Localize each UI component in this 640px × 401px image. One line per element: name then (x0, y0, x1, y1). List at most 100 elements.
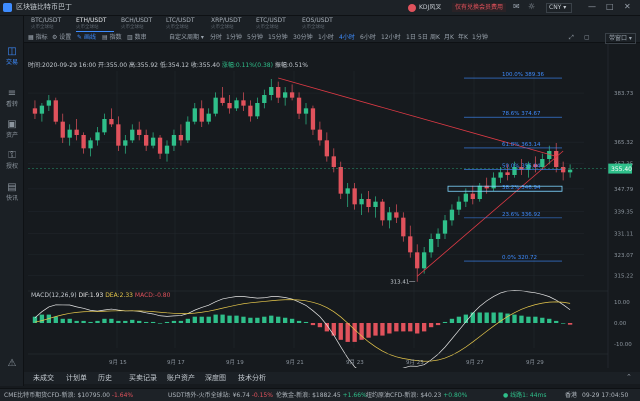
tab-trades[interactable]: 买卖记录 (129, 373, 157, 383)
fib-label: 23.6% 336.92 (502, 212, 540, 218)
tab-ltc-usdt[interactable]: LTC/USDT 火币全球站 (166, 16, 204, 32)
macd-bar (331, 323, 336, 336)
collapse-icon[interactable]: ⌃ (626, 373, 632, 381)
candle-body (46, 100, 52, 106)
tab-analysis[interactable]: 技术分析 (238, 373, 266, 383)
candle-body (81, 135, 86, 149)
tab-depth[interactable]: 深度图 (205, 373, 226, 383)
minimize-icon[interactable]: — (588, 2, 596, 11)
sidebar-item-news[interactable]: ▤ 快讯 (0, 182, 24, 202)
macd-bar (199, 316, 204, 323)
ticker-item[interactable]: 伦敦金-新浪: $1882.45 +1.66% (276, 391, 367, 400)
chart-svg[interactable]: 100.0% 389.3678.6% 374.6761.8% 363.1450.… (24, 43, 640, 376)
period-month[interactable]: 月K (444, 33, 454, 42)
sidebar-item-label: 授权 (5, 163, 18, 170)
sidebar-item-trade[interactable]: ◫ 交易 (0, 46, 24, 66)
macd-bar (380, 323, 385, 336)
macd-bar (387, 323, 392, 334)
ticker-item[interactable]: CME比特币期货CFD-新浪: $10795.00 -1.64% (4, 391, 133, 400)
period-5d[interactable]: 5日 (418, 33, 428, 42)
candle-body (67, 129, 72, 138)
screenshot-icon[interactable]: ▢ (584, 33, 590, 42)
macd-bar (352, 323, 357, 342)
sidebar-item-label: 资产 (5, 132, 18, 139)
tab-open-orders[interactable]: 未成交 (33, 373, 54, 383)
tab-btc-usdt[interactable]: BTC/USDT 火币全球站 (31, 16, 69, 32)
candle-body (206, 113, 211, 122)
macd-bar (505, 313, 510, 323)
macd-bar (345, 323, 350, 342)
period-30m[interactable]: 30分钟 (293, 33, 313, 42)
close-icon[interactable]: ✕ (624, 2, 631, 11)
fullscreen-icon[interactable]: ⤢ (569, 33, 574, 42)
bell-icon[interactable]: ⚠ (0, 358, 24, 369)
sidebar-item-watch[interactable]: ≡ 看转 (0, 88, 24, 108)
macd-dea: DEA:2.33 (105, 292, 133, 299)
macd-bar (164, 321, 170, 323)
period-1m-b[interactable]: 1分钟 (472, 33, 488, 42)
upgrade-badge[interactable]: 仅有兑换会员费用 (452, 3, 507, 12)
tool-draw[interactable]: ✎ 画线 (77, 33, 96, 42)
ticker-item[interactable]: 纽约原油CFD-新浪: $40.23 +0.80% (366, 391, 467, 400)
maximize-icon[interactable]: □ (606, 2, 614, 11)
period-4h[interactable]: 4小时 (339, 33, 355, 42)
candle-body (421, 252, 427, 269)
sidebar-item-label: 看转 (5, 101, 18, 108)
date-tick: 9月 25 (406, 359, 424, 366)
macd-tick: -10.00 (614, 342, 632, 348)
period-tick[interactable]: 分时 (210, 33, 222, 42)
period-12h[interactable]: 12小时 (381, 33, 401, 42)
macd-dea-line (34, 299, 571, 362)
candle-body (185, 121, 191, 141)
tool-settings[interactable]: ⚙ 设置 (52, 33, 71, 42)
period-1h[interactable]: 1小时 (318, 33, 334, 42)
candle-body (39, 105, 45, 114)
period-15m[interactable]: 15分钟 (268, 33, 288, 42)
candle-body (303, 108, 309, 114)
price-tick: 331.11 (614, 231, 633, 237)
period-1d[interactable]: 1日 (406, 33, 416, 42)
date-tick: 9月 21 (286, 359, 304, 366)
tab-xrp-usdt[interactable]: XRP/USDT 火币全球站 (211, 16, 249, 32)
date-tick: 9月 23 (346, 359, 364, 366)
period-5m[interactable]: 5分钟 (247, 33, 263, 42)
user-avatar[interactable] (408, 4, 416, 12)
tab-plan-orders[interactable]: 计划单 (66, 373, 87, 383)
period-1m[interactable]: 1分钟 (226, 33, 242, 42)
info-amplitude: 振幅:0.51% (274, 62, 308, 69)
period-week[interactable]: 周K (430, 33, 440, 42)
date-tick: 9月 17 (167, 359, 185, 366)
fib-label: 100.0% 389.36 (502, 72, 544, 78)
candle-body (241, 100, 246, 106)
period-6h[interactable]: 6小时 (360, 33, 376, 42)
tool-index[interactable]: ▤ 指数 (102, 33, 122, 42)
macd-bar (178, 320, 184, 323)
candle-body (498, 172, 503, 178)
tab-account[interactable]: 账户资产 (167, 373, 195, 383)
tab-etc-usdt[interactable]: ETC/USDT 火币全球站 (256, 16, 294, 32)
custom-period-select[interactable]: 自定义周期 ▾ (169, 33, 204, 42)
tab-history[interactable]: 历史 (98, 373, 112, 383)
tab-bch-usdt[interactable]: BCH/USDT 火币全球站 (121, 16, 159, 32)
candle-body (310, 108, 316, 130)
sidebar-item-assets[interactable]: ▣ 资产 (0, 119, 24, 139)
period-year[interactable]: 年K (458, 33, 468, 42)
ticker-item[interactable]: USDT场外-火币全球站: ¥6.74 -0.15% (168, 391, 273, 400)
tool-indicator[interactable]: ▦ 指标 (28, 33, 48, 42)
macd-bar (171, 320, 177, 323)
candle-body (477, 185, 482, 199)
macd-bar (560, 323, 566, 324)
sidebar-item-label: 快讯 (5, 195, 18, 202)
price-chart[interactable]: 100.0% 389.36 78.6% 374.67 61.8% 363.14 50.… (24, 43, 640, 376)
tool-series[interactable]: ▥ 数串 (127, 33, 147, 42)
theme-icon[interactable]: ☼ (528, 2, 535, 11)
macd-bar (248, 317, 253, 323)
macd-bar (67, 318, 72, 323)
sidebar-item-auth[interactable]: ⚿ 授权 (0, 150, 24, 170)
notification-icon[interactable]: ✉ (513, 2, 520, 11)
candle-body (150, 137, 156, 146)
currency-select[interactable]: CNY ▾ (546, 3, 572, 13)
tab-eth-usdt[interactable]: ETH/USDT 火币全球站 (76, 16, 114, 32)
tab-eos-usdt[interactable]: EOS/USDT 火币全球站 (302, 16, 340, 32)
user-name[interactable]: KDJ风叉 (419, 3, 441, 12)
